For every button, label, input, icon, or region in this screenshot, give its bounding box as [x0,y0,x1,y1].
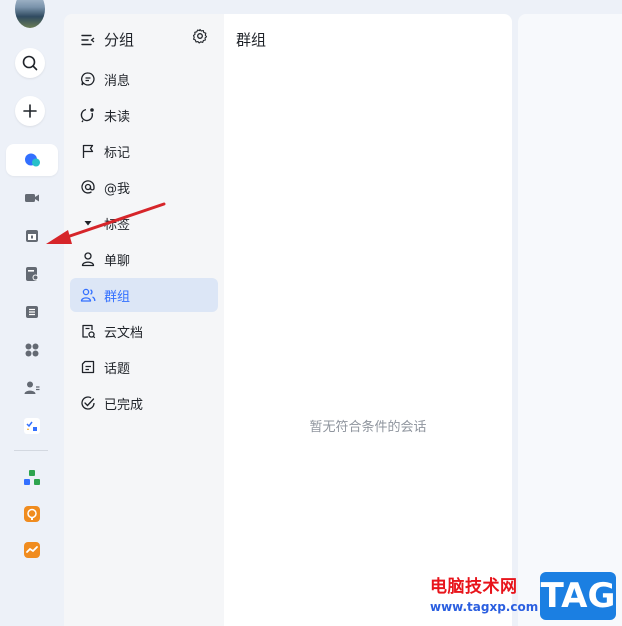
nav-item-label: 标记 [104,145,131,161]
workplace-app-icon [24,418,40,434]
avatar[interactable] [15,0,45,28]
add-button[interactable] [15,96,45,126]
video-camera-icon [25,194,39,202]
nav-item-label: 已完成 [104,397,144,413]
check-circle-icon [81,396,95,410]
collapse-menu-icon[interactable] [80,32,96,48]
search-button[interactable] [15,48,45,78]
nav-item-label: 云文档 [104,325,144,341]
chat-pane [518,14,622,626]
unread-icon [80,108,94,123]
list-icon [26,306,38,318]
at-icon [81,180,95,194]
app-orange-badge-icon [24,506,40,522]
topic-icon [81,360,95,374]
nav-item-cloud-docs[interactable]: 云文档 [70,314,218,348]
plus-icon [23,104,37,118]
cloud-doc-icon [82,324,96,339]
rail-app-2[interactable] [6,498,58,530]
nav-item-label: 消息 [104,73,131,89]
watermark-text: 电脑技术网 [430,577,518,597]
rail-app-1[interactable] [6,462,58,494]
rail-contacts[interactable] [6,372,58,404]
nav-item-groups[interactable]: 群组 [70,278,218,312]
user-icon [81,252,95,267]
nav-item-label: 话题 [104,361,131,377]
messenger-icon [25,153,40,167]
conversation-list-title: 群组 [236,31,267,49]
search-icon [22,55,38,71]
rail-video[interactable] [6,182,58,214]
nav-item-label: 标签 [104,217,131,233]
calendar-icon [26,230,38,242]
nav-item-label: 未读 [104,109,131,125]
settings-button[interactable] [192,28,208,44]
rail-apps[interactable] [6,334,58,366]
group-icon [80,288,96,302]
message-icon [81,72,95,86]
nav-item-tags[interactable]: 标签 [70,206,218,240]
rail-docs[interactable] [6,258,58,290]
group-panel: 分组 消息 未读 标记 @我 标签 单聊 群组 云文档 话题 已完成 [64,14,224,626]
nav-item-flagged[interactable]: 标记 [70,134,218,168]
nav-item-label: @我 [104,181,131,197]
rail-messenger[interactable] [6,144,58,176]
nav-item-topics[interactable]: 话题 [70,350,218,384]
nav-item-mentions[interactable]: @我 [70,170,218,204]
gear-icon [192,28,208,44]
nav-item-label: 群组 [104,289,131,305]
nav-item-unread[interactable]: 未读 [70,98,218,132]
nav-item-messages[interactable]: 消息 [70,62,218,96]
flag-icon [82,144,94,158]
nav-item-done[interactable]: 已完成 [70,386,218,420]
watermark-url: www.tagxp.com [430,600,539,614]
apps-grid-icon [25,343,39,357]
rail-divider [14,450,48,451]
app-blocks-icon [24,470,40,485]
rail-calendar[interactable] [6,220,58,252]
app-orange-chart-icon [24,542,40,558]
watermark-badge: TAG [540,572,616,620]
nav-item-direct-chat[interactable]: 单聊 [70,242,218,276]
left-rail [0,0,62,626]
panel-header: 分组 [80,29,134,50]
rail-app-3[interactable] [6,534,58,566]
conversation-list: 群组 暂无符合条件的会话 [224,14,512,626]
rail-tasks[interactable] [6,296,58,328]
nav-item-label: 单聊 [104,253,131,269]
caret-down-icon [84,221,92,226]
rail-workplace[interactable] [6,410,58,442]
document-icon [26,267,39,281]
panel-title: 分组 [104,31,135,49]
contacts-icon [24,381,40,394]
empty-state-text: 暂无符合条件的会话 [309,420,427,435]
